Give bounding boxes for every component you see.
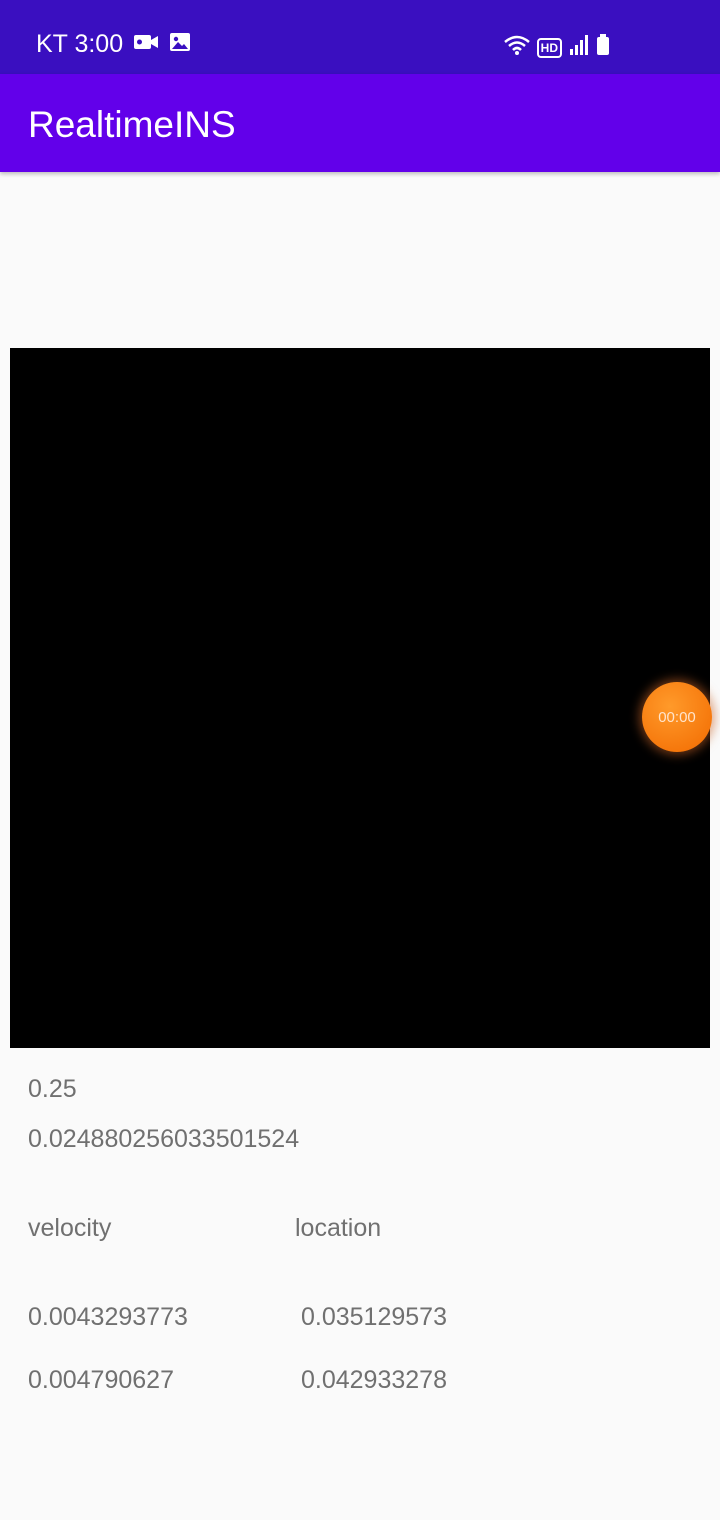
reading-value-1: 0.25 [28, 1075, 77, 1103]
wifi-icon [503, 34, 531, 61]
velocity-value-row-2: 0.004790627 [28, 1366, 174, 1394]
recording-timer-button[interactable]: 00:00 [642, 682, 712, 752]
velocity-value-row-1: 0.0043293773 [28, 1303, 188, 1331]
camera-preview [10, 348, 710, 1048]
location-value-row-1: 0.035129573 [301, 1303, 447, 1331]
location-value-row-2: 0.042933278 [301, 1366, 447, 1394]
status-right: HD [503, 34, 610, 61]
recording-timer-label: 00:00 [658, 708, 696, 726]
reading-value-2: 0.024880256033501524 [28, 1125, 300, 1153]
video-camera-icon [133, 30, 159, 59]
carrier-time: KT 3:00 [36, 30, 124, 58]
status-bar: KT 3:00 HD [0, 0, 720, 74]
velocity-header: velocity [28, 1214, 112, 1242]
image-icon [169, 30, 191, 59]
app-title: RealtimeINS [28, 104, 236, 145]
status-left: KT 3:00 [36, 30, 191, 59]
battery-icon [596, 34, 610, 61]
app-bar: RealtimeINS [0, 74, 720, 172]
signal-icon [568, 34, 590, 61]
location-header: location [295, 1214, 382, 1242]
hd-badge-icon: HD [536, 37, 562, 58]
